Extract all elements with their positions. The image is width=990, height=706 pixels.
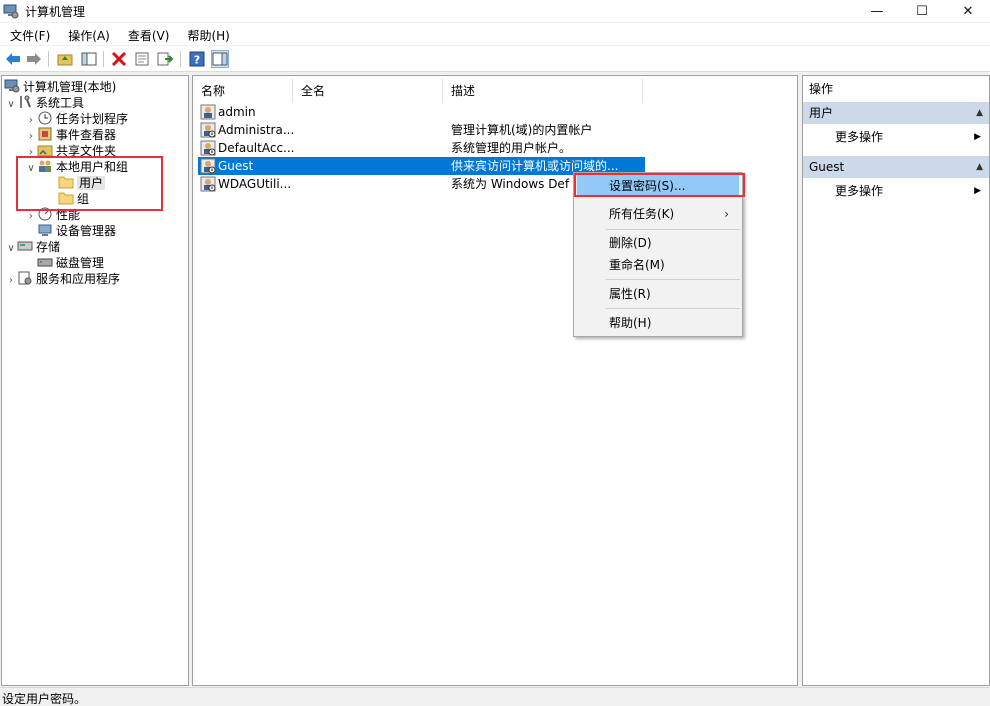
device-manager-icon bbox=[37, 223, 53, 237]
menu-view[interactable]: 查看(V) bbox=[118, 23, 178, 45]
actions-pane: 操作 用户 ▲ 更多操作 ▶ Guest ▲ 更多操作 ▶ bbox=[802, 75, 990, 686]
tree-item-services-apps[interactable]: › 服务和应用程序 bbox=[5, 271, 120, 287]
actions-title: 操作 bbox=[809, 82, 834, 96]
ctx-help[interactable]: 帮助(H) bbox=[577, 312, 739, 334]
tree-item-performance[interactable]: › 性能 bbox=[25, 207, 80, 223]
tree-item-shared-folders[interactable]: › 共享文件夹 bbox=[25, 143, 116, 159]
toolbar: ? bbox=[0, 46, 990, 72]
submenu-arrow-icon: ▶ bbox=[974, 186, 981, 196]
clock-icon bbox=[37, 111, 53, 125]
menu-separator bbox=[606, 229, 740, 230]
menu-bar: 文件(F) 操作(A) 查看(V) 帮助(H) bbox=[0, 23, 990, 45]
users-group-icon bbox=[37, 159, 53, 173]
up-folder-icon[interactable] bbox=[56, 50, 74, 68]
user-icon bbox=[200, 140, 216, 156]
tree-item-device-manager[interactable]: 设备管理器 bbox=[37, 223, 116, 239]
minimize-button[interactable]: — bbox=[854, 0, 900, 22]
ctx-all-tasks[interactable]: 所有任务(K) › bbox=[577, 203, 739, 225]
more-actions-guest[interactable]: 更多操作 ▶ bbox=[835, 181, 989, 201]
delete-icon[interactable] bbox=[110, 50, 128, 68]
chevron-right-icon[interactable]: › bbox=[25, 209, 37, 225]
user-icon bbox=[200, 122, 216, 138]
user-list-pane: 名称 全名 描述 admin Administra... 管理计算机(域)的内置… bbox=[192, 75, 798, 686]
forward-icon[interactable] bbox=[25, 50, 43, 68]
services-icon bbox=[17, 271, 33, 285]
actions-section-users[interactable]: 用户 ▲ bbox=[803, 102, 989, 124]
table-row-defaultaccount[interactable]: DefaultAcc... 系统管理的用户帐户。 bbox=[198, 139, 645, 157]
tree-item-task-scheduler[interactable]: › 任务计划程序 bbox=[25, 111, 128, 127]
back-icon[interactable] bbox=[4, 50, 22, 68]
performance-icon bbox=[37, 207, 53, 221]
export-list-icon[interactable] bbox=[156, 50, 174, 68]
context-menu: 设置密码(S)... 所有任务(K) › 删除(D) 重命名(M) 属性(R) … bbox=[573, 172, 743, 337]
column-header-description[interactable]: 描述 bbox=[443, 79, 643, 103]
event-viewer-icon bbox=[37, 127, 53, 141]
tools-icon bbox=[17, 95, 33, 109]
ctx-delete[interactable]: 删除(D) bbox=[577, 232, 739, 254]
submenu-arrow-icon: ▶ bbox=[974, 132, 981, 142]
status-text: 设定用户密码。 bbox=[2, 692, 87, 706]
toolbar-separator bbox=[180, 51, 181, 67]
chevron-right-icon[interactable]: › bbox=[5, 273, 17, 289]
toolbar-separator bbox=[103, 51, 104, 67]
user-icon bbox=[200, 158, 216, 174]
tree-item-event-viewer[interactable]: › 事件查看器 bbox=[25, 127, 116, 143]
maximize-button[interactable]: ☐ bbox=[899, 0, 945, 22]
chevron-down-icon[interactable]: ∨ bbox=[5, 97, 17, 113]
menu-file[interactable]: 文件(F) bbox=[0, 23, 58, 45]
tree-item-groups[interactable]: 组 bbox=[58, 191, 89, 207]
table-row-admin[interactable]: admin bbox=[198, 103, 645, 121]
computer-management-icon bbox=[4, 79, 20, 93]
menu-help[interactable]: 帮助(H) bbox=[177, 23, 237, 45]
show-hide-action-pane-icon[interactable] bbox=[211, 50, 229, 68]
tree-item-system-tools[interactable]: ∨ 系统工具 bbox=[5, 95, 84, 111]
user-icon bbox=[200, 104, 216, 120]
actions-section-guest[interactable]: Guest ▲ bbox=[803, 156, 989, 178]
tree-item-disk-management[interactable]: 磁盘管理 bbox=[37, 255, 104, 271]
help-icon[interactable]: ? bbox=[188, 50, 206, 68]
status-bar: 设定用户密码。 bbox=[0, 687, 990, 706]
close-button[interactable]: ✕ bbox=[945, 0, 990, 22]
title-bar: 计算机管理 — ☐ ✕ bbox=[0, 0, 990, 22]
menu-separator bbox=[606, 279, 740, 280]
menu-action[interactable]: 操作(A) bbox=[58, 23, 118, 45]
collapse-icon[interactable]: ▲ bbox=[976, 102, 983, 124]
folder-icon bbox=[58, 175, 74, 189]
tree-pane: 计算机管理(本地) ∨ 系统工具 › 任务计划程序 › 事件查看器 › 共享文件夹 ∨ 本… bbox=[1, 75, 189, 686]
computer-management-icon bbox=[3, 4, 19, 19]
disk-icon bbox=[37, 255, 53, 269]
collapse-icon[interactable]: ▲ bbox=[976, 156, 983, 178]
toolbar-separator bbox=[48, 51, 49, 67]
tree-item-root[interactable]: 计算机管理(本地) bbox=[4, 79, 116, 95]
more-actions-users[interactable]: 更多操作 ▶ bbox=[835, 127, 989, 147]
menu-separator bbox=[606, 308, 740, 309]
user-icon bbox=[200, 176, 216, 192]
ctx-properties[interactable]: 属性(R) bbox=[577, 283, 739, 305]
show-hide-tree-icon[interactable] bbox=[80, 50, 98, 68]
tree-item-local-users-groups[interactable]: ∨ 本地用户和组 bbox=[25, 159, 128, 175]
ctx-rename[interactable]: 重命名(M) bbox=[577, 254, 739, 276]
folder-icon bbox=[58, 191, 74, 205]
properties-icon[interactable] bbox=[133, 50, 151, 68]
tree-item-users[interactable]: 用户 bbox=[58, 175, 106, 191]
chevron-down-icon[interactable]: ∨ bbox=[5, 241, 17, 257]
submenu-arrow-icon: › bbox=[724, 207, 729, 221]
chevron-down-icon[interactable]: ∨ bbox=[25, 161, 37, 177]
tree-item-storage[interactable]: ∨ 存储 bbox=[5, 239, 60, 255]
column-header-fullname[interactable]: 全名 bbox=[293, 79, 443, 103]
storage-icon bbox=[17, 239, 33, 253]
shared-folder-icon bbox=[37, 143, 53, 157]
column-header-name[interactable]: 名称 bbox=[193, 79, 293, 103]
table-row-administrator[interactable]: Administra... 管理计算机(域)的内置帐户 bbox=[198, 121, 645, 139]
ctx-set-password[interactable]: 设置密码(S)... bbox=[577, 175, 739, 197]
svg-text:?: ? bbox=[194, 54, 200, 67]
window-title: 计算机管理 bbox=[25, 5, 86, 19]
